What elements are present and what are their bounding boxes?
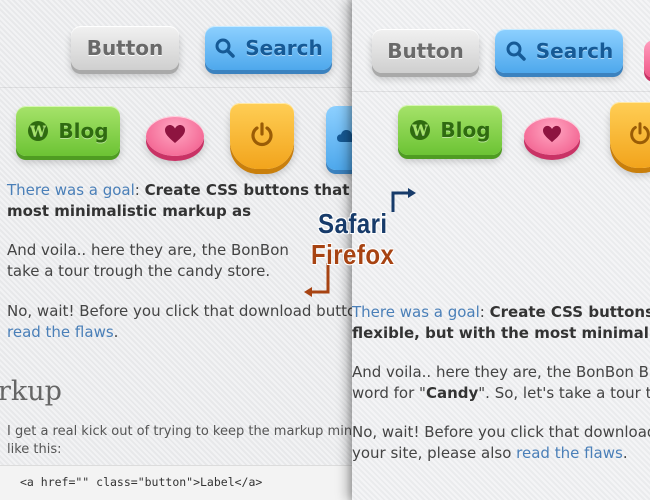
cloud-icon bbox=[336, 128, 352, 148]
goal-text-line2: flexible, but with the most minimali bbox=[352, 324, 650, 342]
colon: : bbox=[479, 303, 490, 321]
blog-label: Blog bbox=[58, 119, 109, 143]
blog-button[interactable]: W Blog bbox=[16, 106, 120, 156]
voila-line1: And voila.. here they are, the BonBon Bu bbox=[352, 363, 650, 381]
blog-label: Blog bbox=[440, 118, 491, 142]
power-button[interactable] bbox=[230, 103, 294, 169]
search-button[interactable]: Search bbox=[495, 29, 623, 73]
voila-line2-a: word for " bbox=[352, 384, 426, 402]
markup-heading: rkup bbox=[0, 376, 62, 407]
power-icon bbox=[627, 120, 650, 150]
gray-button[interactable]: Button bbox=[372, 29, 479, 73]
wordpress-icon: W bbox=[27, 120, 49, 142]
voila-line2-c: ". So, let's take a tour tr bbox=[478, 384, 650, 402]
goal-text: Create CSS buttons bbox=[489, 303, 650, 321]
wordpress-icon: W bbox=[409, 119, 431, 141]
blog-button[interactable]: W Blog bbox=[398, 105, 502, 155]
cloud-button[interactable] bbox=[326, 106, 352, 170]
gray-button[interactable]: Button bbox=[71, 26, 179, 70]
period: . bbox=[622, 444, 628, 462]
paragraph-markup: I get a real kick out of trying to keep … bbox=[7, 423, 352, 459]
button-label: Button bbox=[86, 36, 164, 60]
paragraph-wait: No, wait! Before you click that download… bbox=[7, 301, 352, 343]
goal-link[interactable]: There was a goal bbox=[7, 181, 135, 199]
read-the-flaws-link[interactable]: read the flaws bbox=[516, 444, 623, 462]
heart-button[interactable] bbox=[146, 116, 204, 156]
safari-arrow bbox=[391, 191, 410, 212]
paragraph-voila: And voila.. here they are, the BonBon ta… bbox=[7, 240, 289, 282]
paragraph-goal: There was a goal: Create CSS buttons fle… bbox=[352, 302, 650, 344]
candy-word: Candy bbox=[425, 384, 479, 402]
paragraph-voila: And voila.. here they are, the BonBon Bu… bbox=[352, 362, 650, 404]
markup-line1: I get a real kick out of trying to keep … bbox=[7, 424, 352, 439]
search-button[interactable]: Search bbox=[205, 26, 332, 70]
safari-arrowhead bbox=[408, 188, 416, 198]
heart-button[interactable] bbox=[524, 117, 580, 155]
colon: : bbox=[134, 181, 145, 199]
goal-text-line2: most minimalistic markup as bbox=[7, 202, 252, 220]
search-label: Search bbox=[535, 39, 614, 63]
power-icon bbox=[248, 120, 276, 152]
wait-line1: No, wait! Before you click that download bbox=[352, 423, 650, 441]
search-icon bbox=[214, 37, 236, 59]
firefox-arrowhead bbox=[304, 287, 312, 297]
firefox-label: Firefox bbox=[311, 239, 395, 270]
power-button[interactable] bbox=[610, 102, 650, 168]
heart-icon bbox=[542, 125, 562, 147]
divider bbox=[0, 87, 352, 88]
button-label: Button bbox=[387, 39, 464, 63]
period: . bbox=[113, 323, 119, 341]
wait-line2: your site, please also bbox=[352, 444, 517, 462]
heart-icon bbox=[164, 124, 186, 148]
goal-link[interactable]: There was a goal bbox=[352, 303, 480, 321]
search-icon bbox=[505, 40, 527, 62]
svg-text:W: W bbox=[412, 123, 429, 139]
read-the-flaws-link[interactable]: read the flaws bbox=[7, 323, 114, 341]
code-snippet: <a href="" class="button">Label</a> bbox=[0, 465, 352, 500]
svg-text:W: W bbox=[30, 124, 47, 140]
safari-label: Safari bbox=[318, 208, 388, 239]
heart-button-edge[interactable] bbox=[644, 40, 650, 78]
search-label: Search bbox=[245, 36, 323, 60]
divider bbox=[352, 91, 650, 92]
markup-line2: like this: bbox=[7, 442, 62, 457]
paragraph-wait: No, wait! Before you click that download… bbox=[352, 422, 650, 464]
voila-line2: take a tour trough the candy store. bbox=[7, 262, 271, 280]
voila-line1: And voila.. here they are, the BonBon bbox=[7, 241, 289, 259]
